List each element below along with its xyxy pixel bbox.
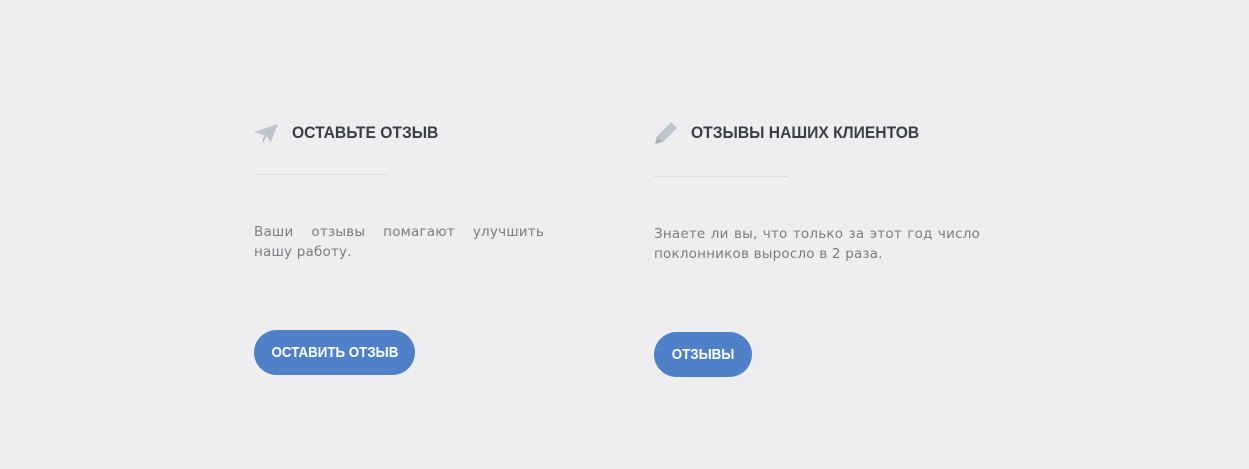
reviews-button[interactable]: ОТЗЫВЫ (654, 332, 752, 377)
client-reviews-title: ОТЗЫВЫ НАШИХ КЛИЕНТОВ (691, 123, 920, 142)
pencil-icon (654, 121, 678, 145)
client-reviews-header: ОТЗЫВЫ НАШИХ КЛИЕНТОВ (654, 120, 980, 146)
leave-review-button-label: ОСТАВИТЬ ОТЗЫВ (271, 344, 398, 361)
divider (254, 174, 389, 175)
reviews-section: ОСТАВЬТЕ ОТЗЫВ Ваши отзывы помагают улуч… (0, 0, 1249, 469)
leave-review-text: Ваши отзывы помагают улучшить нашу работ… (254, 224, 544, 260)
leave-review-title: ОСТАВЬТЕ ОТЗЫВ (292, 123, 439, 142)
leave-review-button[interactable]: ОСТАВИТЬ ОТЗЫВ (254, 330, 415, 375)
paper-plane-icon (254, 121, 278, 145)
client-reviews-card: ОТЗЫВЫ НАШИХ КЛИЕНТОВ Знаете ли вы, что … (654, 120, 980, 377)
client-reviews-text: Знаете ли вы, что только за этот год чис… (654, 226, 980, 262)
divider (654, 176, 789, 177)
reviews-button-label: ОТЗЫВЫ (671, 346, 735, 363)
leave-review-card: ОСТАВЬТЕ ОТЗЫВ Ваши отзывы помагают улуч… (254, 120, 544, 375)
leave-review-header: ОСТАВЬТЕ ОТЗЫВ (254, 120, 544, 146)
